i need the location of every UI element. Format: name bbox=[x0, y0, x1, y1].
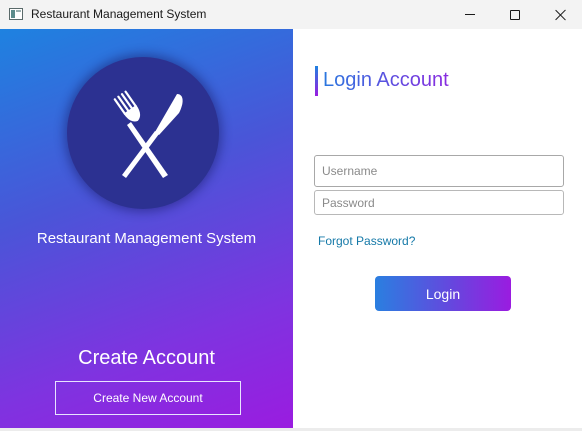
logo bbox=[67, 57, 219, 209]
minimize-icon bbox=[465, 14, 475, 15]
title-bar[interactable]: Restaurant Management System bbox=[0, 0, 582, 29]
username-input[interactable] bbox=[314, 155, 564, 187]
close-button[interactable] bbox=[538, 0, 582, 29]
window-title: Restaurant Management System bbox=[31, 7, 207, 21]
create-account-heading: Create Account bbox=[78, 347, 215, 369]
login-button[interactable]: Login bbox=[375, 276, 511, 311]
left-panel: Restaurant Management System Create Acco… bbox=[0, 29, 293, 428]
heading-accent-bar bbox=[315, 66, 318, 96]
app-title: Restaurant Management System bbox=[36, 230, 257, 247]
maximize-icon bbox=[510, 9, 520, 20]
forgot-password-link[interactable]: Forgot Password? bbox=[318, 234, 415, 248]
login-panel: Login Account Forgot Password? Login bbox=[293, 29, 582, 428]
app-window: Restaurant Management System Restaurant … bbox=[0, 0, 582, 431]
app-icon bbox=[9, 8, 23, 20]
fork-knife-icon bbox=[113, 90, 183, 178]
create-new-account-button[interactable]: Create New Account bbox=[55, 381, 241, 415]
password-input[interactable] bbox=[314, 190, 564, 215]
close-icon bbox=[555, 9, 567, 21]
minimize-button[interactable] bbox=[447, 0, 493, 29]
login-heading: Login Account bbox=[323, 69, 449, 91]
maximize-button[interactable] bbox=[492, 0, 538, 29]
